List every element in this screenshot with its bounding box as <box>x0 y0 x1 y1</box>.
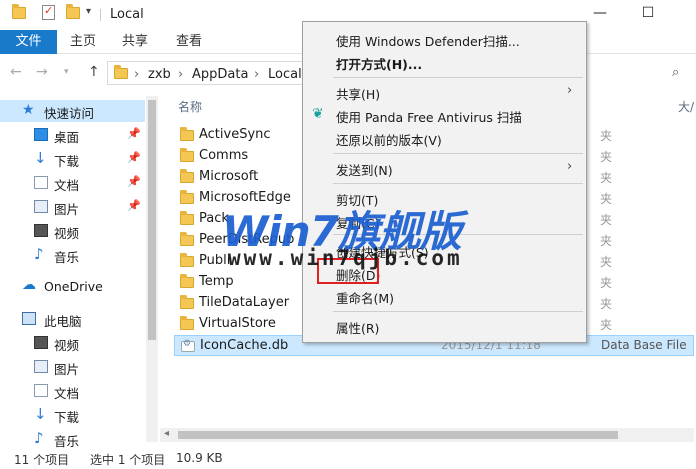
forward-arrow-icon[interactable]: → <box>36 64 48 80</box>
pin-icon[interactable]: 📌 <box>127 175 141 188</box>
menu-item-send-to[interactable]: 发送到(N) › <box>304 157 585 179</box>
menu-separator <box>333 183 583 184</box>
properties-icon[interactable] <box>42 4 55 20</box>
menu-separator <box>333 77 583 78</box>
back-arrow-icon[interactable]: ← <box>10 64 22 80</box>
up-arrow-icon[interactable]: ↑ <box>88 64 100 80</box>
music-icon: ♪ <box>34 429 44 447</box>
menu-item-share[interactable]: 共享(H) › <box>304 81 585 103</box>
sidebar-item-pc-downloads[interactable]: ↓ 下载 <box>0 404 145 426</box>
tab-share[interactable]: 共享 <box>114 30 156 54</box>
sidebar-item-pc-pictures[interactable]: 图片 <box>0 356 145 378</box>
new-folder-icon[interactable] <box>66 4 80 19</box>
sidebar-item-documents[interactable]: 文档 📌 <box>0 172 145 194</box>
sidebar-item-pc-documents[interactable]: 文档 <box>0 380 145 402</box>
folder-icon <box>180 232 194 246</box>
context-menu: 使用 Windows Defender扫描... 打开方式(H)... 共享(H… <box>302 21 587 343</box>
folder-icon <box>180 316 194 330</box>
watermark-url: www.win7qjb.com <box>228 246 463 270</box>
address-bar[interactable]: › zxb › AppData › Local <box>107 61 307 85</box>
title-divider <box>100 9 101 21</box>
menu-item-rename[interactable]: 重命名(M) <box>304 285 585 307</box>
scrollbar-thumb[interactable] <box>148 100 156 340</box>
folder-icon <box>180 211 194 225</box>
sidebar-scrollbar[interactable] <box>146 96 158 442</box>
music-icon: ♪ <box>34 245 44 263</box>
recent-locations-icon[interactable]: ▾ <box>64 67 69 77</box>
desktop-icon <box>34 128 48 141</box>
scrollbar-thumb[interactable] <box>178 431 618 439</box>
breadcrumb-appdata[interactable]: AppData <box>192 67 248 82</box>
maximize-button[interactable]: ☐ <box>638 5 658 21</box>
submenu-arrow-icon: › <box>567 83 573 98</box>
sidebar-item-this-pc[interactable]: 此电脑 <box>0 308 145 330</box>
menu-item-scan-defender[interactable]: 使用 Windows Defender扫描... <box>304 28 585 50</box>
menu-item-restore-previous[interactable]: 还原以前的版本(V) <box>304 127 585 149</box>
sidebar-item-videos[interactable]: 视频 <box>0 220 145 242</box>
minimize-button[interactable]: — <box>590 5 610 21</box>
tab-view[interactable]: 查看 <box>168 30 210 54</box>
star-icon: ★ <box>22 102 35 118</box>
item-count: 11 个项目 <box>14 453 70 467</box>
folder-icon <box>180 295 194 309</box>
column-header-size[interactable]: 大/ <box>678 98 694 115</box>
customize-quick-access-icon[interactable]: ▾ <box>86 6 91 17</box>
panda-antivirus-icon: ❦ <box>312 106 324 122</box>
document-icon <box>34 384 48 397</box>
breadcrumb-zxb[interactable]: zxb <box>148 67 171 82</box>
folder-icon <box>180 253 194 267</box>
tab-file[interactable]: 文件 <box>0 30 57 54</box>
sidebar-item-desktop[interactable]: 桌面 📌 <box>0 124 145 146</box>
pin-icon[interactable]: 📌 <box>127 127 141 140</box>
menu-item-properties[interactable]: 属性(R) <box>304 315 585 337</box>
cloud-icon: ☁ <box>22 277 36 293</box>
sidebar-item-pc-videos[interactable]: 视频 <box>0 332 145 354</box>
folder-icon <box>114 65 128 79</box>
status-bar: 11 个项目 选中 1 个项目 10.9 KB <box>0 448 696 469</box>
selection-count: 选中 1 个项目 <box>90 453 166 467</box>
folder-icon <box>180 148 194 162</box>
picture-icon <box>34 200 48 213</box>
pin-icon[interactable]: 📌 <box>127 199 141 212</box>
selection-size: 10.9 KB <box>176 451 223 465</box>
scroll-left-icon[interactable]: ◂ <box>164 428 169 439</box>
sidebar-item-pictures[interactable]: 图片 📌 <box>0 196 145 218</box>
folder-icon <box>180 169 194 183</box>
sidebar-item-quick-access[interactable]: ★ 快速访问 <box>0 100 145 122</box>
sidebar-item-downloads[interactable]: ↓ 下载 📌 <box>0 148 145 170</box>
sidebar-item-music[interactable]: ♪ 音乐 <box>0 244 145 266</box>
breadcrumb-separator: › <box>134 67 140 82</box>
document-icon <box>34 176 48 189</box>
folder-icon <box>180 274 194 288</box>
menu-item-open-with[interactable]: 打开方式(H)... <box>304 51 585 73</box>
horizontal-scrollbar[interactable]: ◂ <box>160 428 694 442</box>
video-icon <box>34 224 48 237</box>
column-header-name[interactable]: 名称 <box>178 98 202 115</box>
download-icon: ↓ <box>34 149 47 167</box>
menu-separator <box>333 311 583 312</box>
pin-icon[interactable]: 📌 <box>127 151 141 164</box>
breadcrumb-separator: › <box>178 67 184 82</box>
folder-icon <box>180 127 194 141</box>
download-icon: ↓ <box>34 405 47 423</box>
sidebar-item-pc-music[interactable]: ♪ 音乐 <box>0 428 145 450</box>
picture-icon <box>34 360 48 373</box>
computer-icon <box>22 312 36 325</box>
tab-home[interactable]: 主页 <box>62 30 104 54</box>
video-icon <box>34 336 48 349</box>
folder-icon <box>180 190 194 204</box>
menu-item-scan-panda[interactable]: ❦ 使用 Panda Free Antivirus 扫描 <box>304 104 585 126</box>
window-title: Local <box>110 7 144 22</box>
folder-icon[interactable] <box>12 4 26 19</box>
submenu-arrow-icon: › <box>567 159 573 174</box>
menu-separator <box>333 153 583 154</box>
navigation-pane: ★ 快速访问 桌面 📌 ↓ 下载 📌 文档 📌 图片 📌 视频 ♪ 音乐 ☁ O… <box>0 96 160 449</box>
sidebar-item-onedrive[interactable]: ☁ OneDrive <box>0 276 145 298</box>
database-file-icon <box>181 339 195 352</box>
search-icon[interactable]: ⌕ <box>672 65 679 80</box>
breadcrumb-separator: › <box>254 67 260 82</box>
breadcrumb-local[interactable]: Local <box>268 67 302 82</box>
